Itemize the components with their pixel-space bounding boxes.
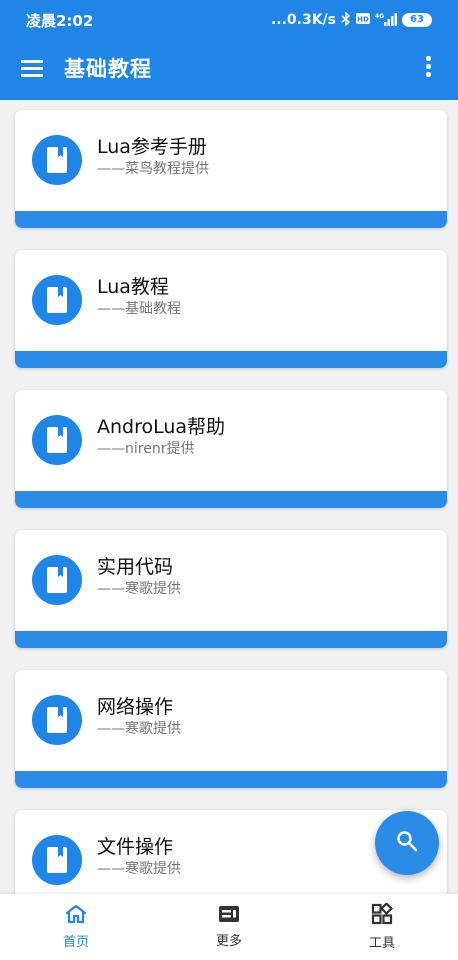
tutorial-card[interactable]: 网络操作 ——寒歌提供: [15, 670, 447, 788]
card-accent-bar: [15, 491, 447, 508]
status-indicators: ...0.3K/s HD 4G 63: [270, 10, 432, 29]
card-title: Lua教程: [97, 276, 169, 298]
tutorial-card[interactable]: AndroLua帮助 ——nirenr提供: [15, 390, 447, 508]
card-subtitle: ——寒歌提供: [97, 721, 181, 737]
search-icon: [396, 830, 418, 856]
status-time: 凌晨2:02: [26, 11, 94, 30]
dashboard-icon: [218, 905, 240, 927]
tutorial-card[interactable]: 实用代码 ——寒歌提供: [15, 530, 447, 648]
4g-signal-icon: 4G: [375, 12, 397, 29]
hd-icon: HD: [356, 13, 370, 27]
card-subtitle: ——寒歌提供: [97, 861, 181, 877]
hamburger-menu-icon[interactable]: [21, 60, 43, 77]
home-icon: [65, 904, 87, 928]
card-accent-bar: [15, 211, 447, 228]
card-subtitle: ——寒歌提供: [97, 581, 181, 597]
bottom-navigation: 首页 更多 工具: [0, 894, 458, 960]
svg-text:4G: 4G: [375, 13, 384, 20]
app-bar: 凌晨2:02 ...0.3K/s HD 4G 63 基础教程: [0, 0, 458, 100]
card-subtitle: ——nirenr提供: [97, 441, 195, 457]
card-subtitle: ——菜鸟教程提供: [97, 161, 209, 177]
book-icon: [32, 835, 82, 885]
nav-tools-label: 工具: [368, 936, 395, 951]
nav-more[interactable]: 更多: [153, 894, 305, 960]
nav-home-label: 首页: [62, 935, 89, 950]
nav-more-label: 更多: [215, 934, 242, 949]
battery-indicator: 63: [402, 13, 432, 27]
tutorial-card[interactable]: Lua教程 ——基础教程: [15, 250, 447, 368]
card-accent-bar: [15, 771, 447, 788]
search-fab[interactable]: [375, 811, 439, 875]
status-bar: 凌晨2:02 ...0.3K/s HD 4G 63: [0, 0, 458, 40]
page-title: 基础教程: [64, 57, 152, 81]
card-title: 文件操作: [97, 836, 174, 858]
tutorial-card[interactable]: Lua参考手册 ——菜鸟教程提供: [15, 110, 447, 228]
nav-home[interactable]: 首页: [0, 894, 152, 960]
book-icon: [32, 135, 82, 185]
book-icon: [32, 415, 82, 465]
book-icon: [32, 555, 82, 605]
net-speed: ...0.3K/s: [270, 12, 336, 28]
nav-tools[interactable]: 工具: [306, 894, 458, 960]
card-title: 网络操作: [97, 696, 174, 718]
svg-text:HD: HD: [357, 16, 369, 24]
card-accent-bar: [15, 631, 447, 648]
card-title: AndroLua帮助: [97, 416, 226, 438]
card-title: 实用代码: [97, 556, 174, 578]
apps-icon: [371, 901, 394, 929]
book-icon: [32, 695, 82, 745]
card-accent-bar: [15, 351, 447, 368]
card-subtitle: ——基础教程: [97, 301, 181, 317]
more-vert-icon[interactable]: [426, 56, 431, 80]
toolbar: 基础教程: [0, 44, 458, 92]
book-icon: [32, 275, 82, 325]
tutorial-list[interactable]: Lua参考手册 ——菜鸟教程提供 Lua教程 ——基础教程 AndroLua帮助…: [0, 100, 458, 894]
card-title: Lua参考手册: [97, 136, 207, 158]
bluetooth-icon: [341, 10, 351, 29]
